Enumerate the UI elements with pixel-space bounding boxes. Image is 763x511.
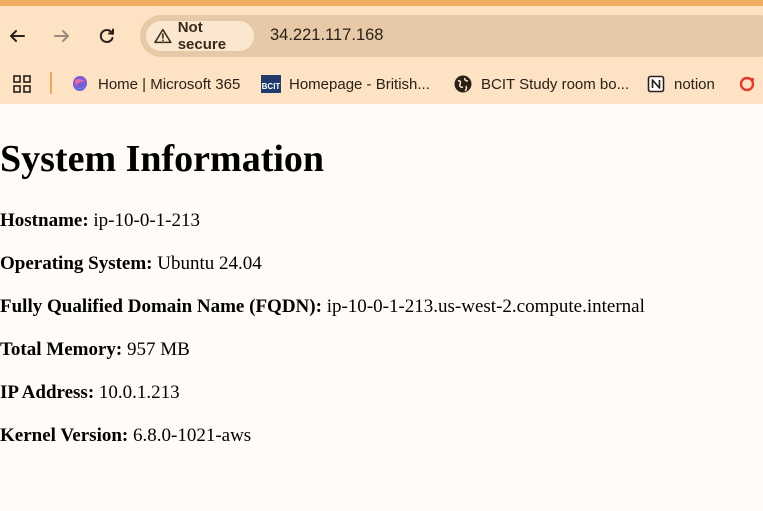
info-label: Hostname:	[0, 210, 89, 231]
red-ring-icon	[738, 74, 758, 94]
url-text[interactable]: 34.221.117.168	[270, 26, 383, 45]
forward-button[interactable]	[48, 22, 76, 50]
info-ip-address: IP Address: 10.0.1.213	[0, 382, 180, 404]
browser-toolbar: Not secure 34.221.117.168	[0, 6, 763, 64]
apps-grid-icon	[13, 75, 31, 93]
arrow-right-icon	[54, 30, 69, 42]
security-indicator[interactable]: Not secure	[146, 19, 254, 53]
notion-icon	[646, 74, 666, 94]
info-fqdn: Fully Qualified Domain Name (FQDN): ip-1…	[0, 296, 645, 318]
info-value: Ubuntu 24.04	[157, 253, 262, 274]
bookmark-label: BCIT Study room bo...	[481, 75, 630, 93]
info-value: 10.0.1.213	[98, 382, 180, 403]
info-value: ip-10-0-1-213.us-west-2.compute.internal	[326, 296, 645, 317]
arrow-left-icon	[10, 30, 25, 42]
bookmarks-divider	[50, 72, 52, 94]
apps-button[interactable]	[12, 73, 32, 95]
info-label: Kernel Version:	[0, 425, 129, 446]
bookmark-label: Homepage - British...	[289, 75, 430, 93]
info-label: Operating System:	[0, 253, 153, 274]
svg-text:BCIT: BCIT	[262, 82, 281, 91]
info-label: Total Memory:	[0, 339, 123, 360]
bookmark-bcit-homepage[interactable]: BCIT Homepage - British...	[261, 73, 430, 95]
security-label: Not secure	[177, 19, 227, 53]
bookmark-label: Home | Microsoft 365	[98, 75, 241, 93]
page-content: System Information Hostname: ip-10-0-1-2…	[0, 104, 763, 511]
microsoft-365-icon	[70, 74, 90, 94]
info-kernel-version: Kernel Version: 6.8.0-1021-aws	[0, 425, 251, 447]
bookmark-overflow-partial[interactable]	[738, 73, 763, 95]
info-hostname: Hostname: ip-10-0-1-213	[0, 210, 200, 232]
globe-icon	[453, 74, 473, 94]
reload-icon	[99, 28, 114, 43]
reload-button[interactable]	[93, 22, 121, 50]
info-operating-system: Operating System: Ubuntu 24.04	[0, 253, 262, 275]
bookmark-bcit-study-room[interactable]: BCIT Study room bo...	[453, 73, 629, 95]
warning-triangle-icon	[154, 28, 172, 44]
info-value: 957 MB	[127, 339, 190, 360]
back-button[interactable]	[3, 22, 31, 50]
bookmark-notion[interactable]: notion	[646, 73, 715, 95]
info-total-memory: Total Memory: 957 MB	[0, 339, 190, 361]
address-bar[interactable]: Not secure 34.221.117.168	[140, 15, 763, 57]
info-label: IP Address:	[0, 382, 95, 403]
page-title: System Information	[0, 138, 325, 180]
bookmarks-bar: Home | Microsoft 365 BCIT Homepage - Bri…	[0, 64, 763, 104]
bookmark-microsoft-365[interactable]: Home | Microsoft 365	[70, 73, 240, 95]
bcit-icon: BCIT	[261, 74, 281, 94]
bookmark-label: notion	[674, 75, 715, 93]
info-value: 6.8.0-1021-aws	[133, 425, 252, 446]
info-value: ip-10-0-1-213	[93, 210, 200, 231]
info-label: Fully Qualified Domain Name (FQDN):	[0, 296, 322, 317]
